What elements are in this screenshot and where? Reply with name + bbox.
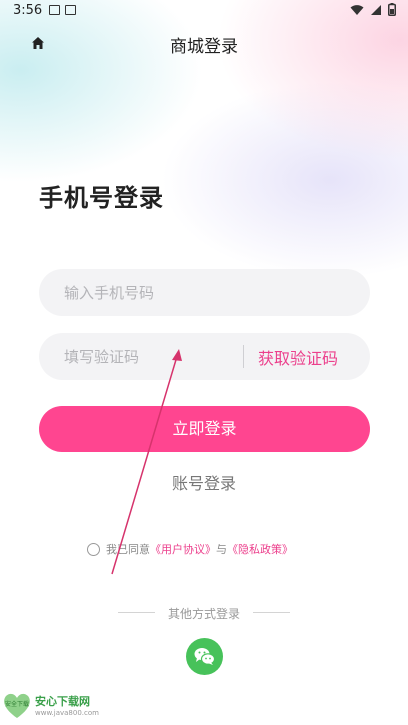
watermark-badge: 安全下载: [5, 700, 29, 708]
watermark-url: www.java800.com: [35, 709, 99, 717]
watermark-title: 安心下载网: [35, 695, 90, 708]
watermark-logo-icon: 安全下载: [4, 693, 30, 718]
annotation-arrow: [111, 349, 182, 575]
watermark: 安全下载 安心下载网 www.java800.com: [2, 691, 99, 719]
watermark-text: 安心下载网 www.java800.com: [35, 693, 99, 717]
